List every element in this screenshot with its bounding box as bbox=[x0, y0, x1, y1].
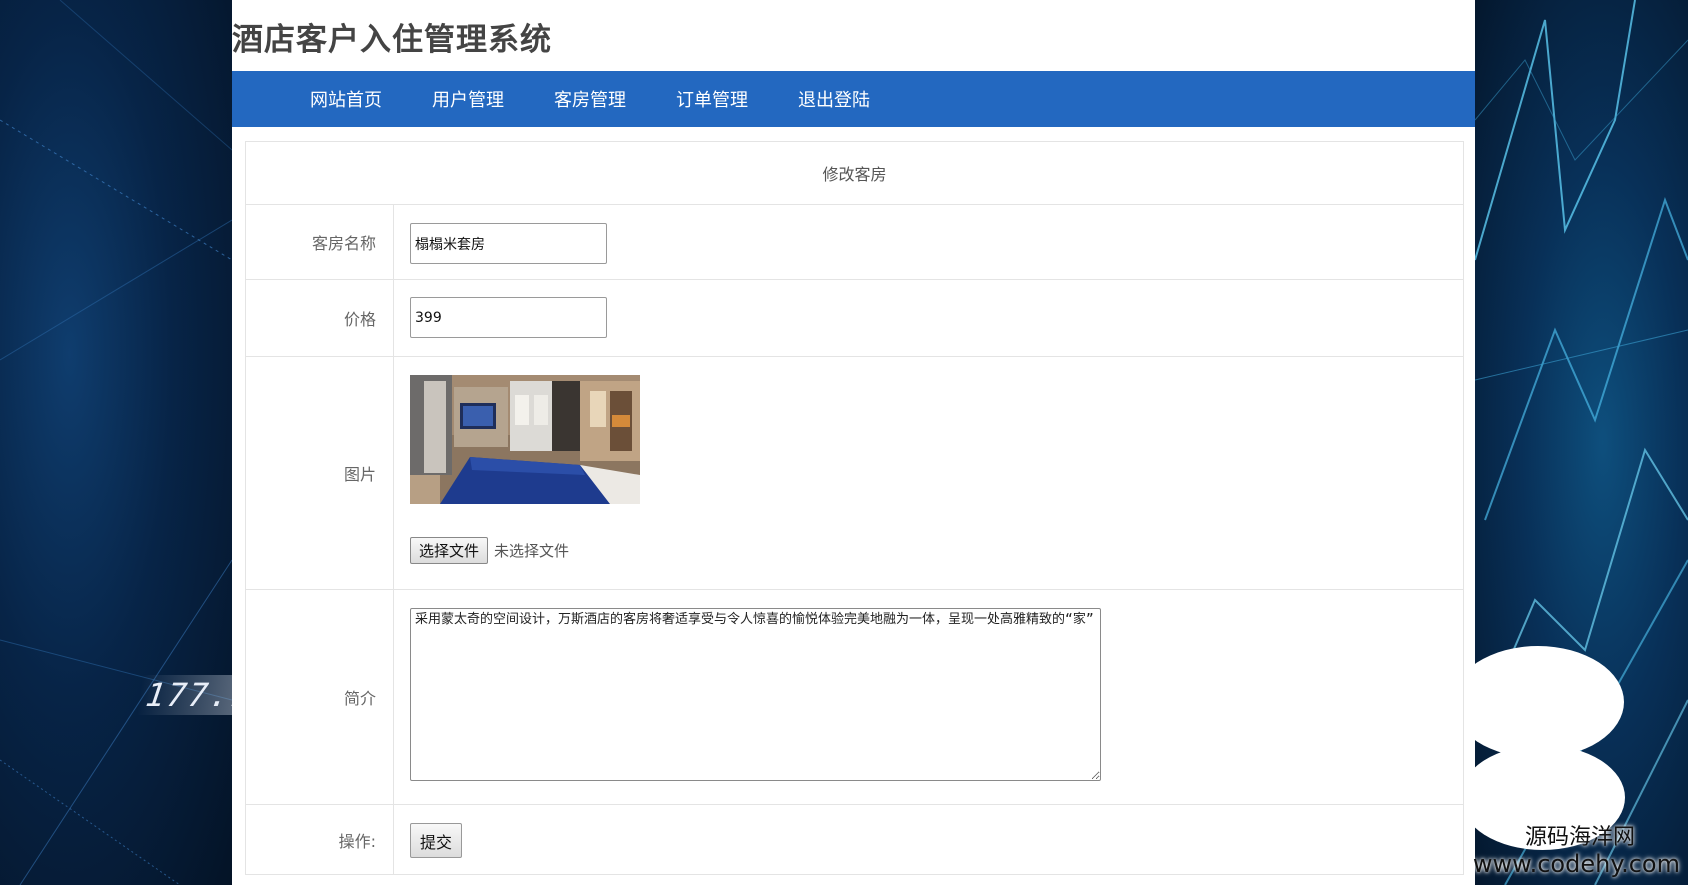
description-label: 简介 bbox=[246, 590, 394, 804]
edit-room-form: 修改客房 客房名称 价格 图片 bbox=[245, 141, 1464, 875]
operation-label: 操作: bbox=[246, 805, 394, 875]
choose-file-button[interactable]: 选择文件 bbox=[410, 537, 489, 564]
description-textarea[interactable]: 采用蒙太奇的空间设计，万斯酒店的客房将奢适享受与令人惊喜的愉悦体验完美地融为一体… bbox=[410, 608, 1101, 781]
room-photo bbox=[410, 375, 640, 504]
file-picker: 选择文件 未选择文件 bbox=[410, 537, 569, 564]
nav-item-logout[interactable]: 退出登陆 bbox=[798, 86, 870, 112]
form-row-price: 价格 bbox=[246, 280, 1463, 357]
watermark-url: www.codehy.com bbox=[1472, 850, 1680, 878]
nav-item-orders[interactable]: 订单管理 bbox=[676, 86, 748, 112]
form-row-image: 图片 选择文件 未选择文件 bbox=[246, 357, 1463, 590]
form-row-operation: 操作: 提交 bbox=[246, 805, 1463, 875]
room-name-input[interactable] bbox=[410, 223, 607, 264]
main-page: 酒店客户入住管理系统 网站首页 用户管理 客房管理 订单管理 退出登陆 修改客房… bbox=[232, 0, 1475, 885]
background-left-panel: 177.1 bbox=[0, 0, 232, 885]
navbar: 网站首页 用户管理 客房管理 订单管理 退出登陆 bbox=[232, 71, 1475, 127]
background-lines-left bbox=[0, 0, 232, 885]
nav-item-users[interactable]: 用户管理 bbox=[432, 86, 504, 112]
room-name-label: 客房名称 bbox=[246, 205, 394, 279]
nav-item-home[interactable]: 网站首页 bbox=[310, 86, 382, 112]
watermark-name: 源码海洋网 bbox=[1524, 825, 1635, 850]
price-label: 价格 bbox=[246, 280, 394, 356]
submit-button[interactable]: 提交 bbox=[410, 823, 462, 858]
site-title: 酒店客户入住管理系统 bbox=[232, 22, 552, 58]
background-overlay-number: 177.1 bbox=[137, 675, 232, 715]
form-row-description: 简介 采用蒙太奇的空间设计，万斯酒店的客房将奢适享受与令人惊喜的愉悦体验完美地融… bbox=[246, 590, 1463, 805]
form-heading: 修改客房 bbox=[246, 142, 1463, 205]
form-row-room-name: 客房名称 bbox=[246, 205, 1463, 280]
image-label: 图片 bbox=[246, 357, 394, 589]
nav-item-rooms[interactable]: 客房管理 bbox=[554, 86, 626, 112]
no-file-chosen-text: 未选择文件 bbox=[494, 542, 570, 560]
overlay-blob-top bbox=[1452, 646, 1624, 758]
price-input[interactable] bbox=[410, 297, 607, 338]
watermark: 源码海洋网 www.codehy.com bbox=[1473, 825, 1680, 877]
